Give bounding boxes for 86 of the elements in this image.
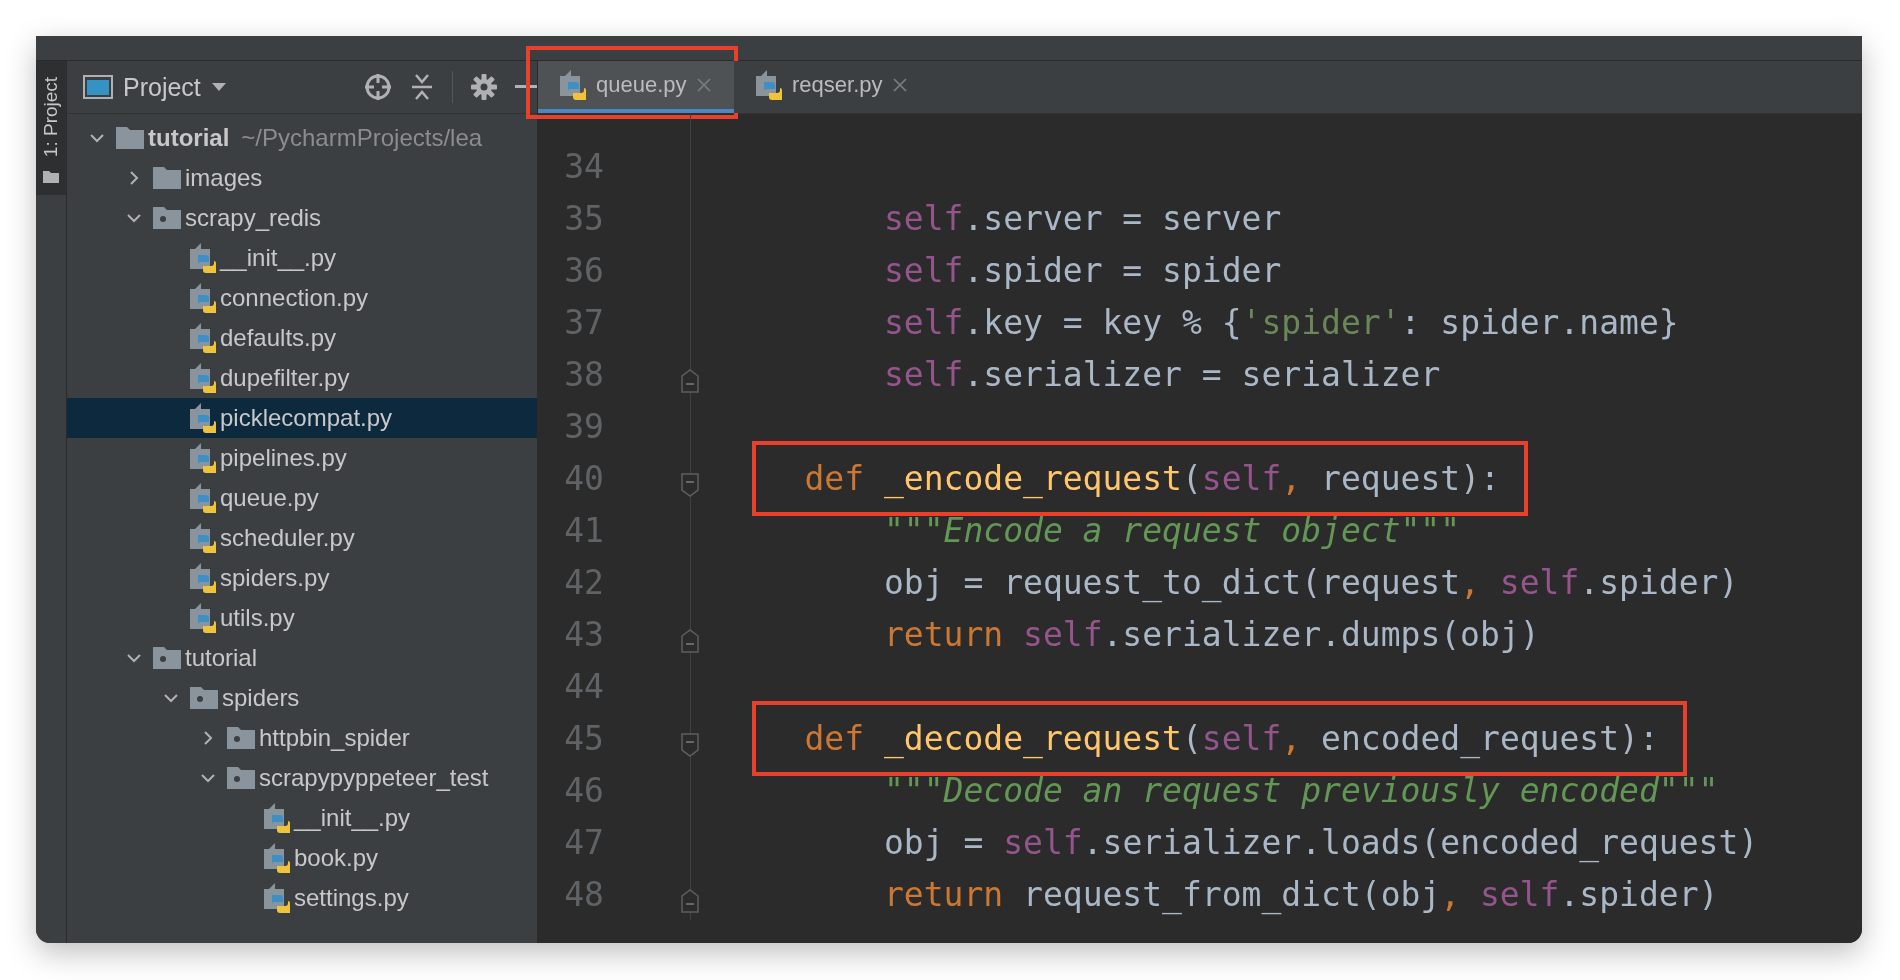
- settings-icon[interactable]: [471, 74, 497, 100]
- fold-icon[interactable]: [681, 369, 699, 393]
- package-folder-icon: [227, 767, 255, 789]
- code-line: return self.serializer.dumps(obj): [883, 614, 1540, 654]
- project-view-icon: [83, 75, 113, 99]
- fold-icon[interactable]: [681, 473, 699, 497]
- tree-item[interactable]: pipelines.py: [67, 438, 537, 478]
- fold-icon[interactable]: [681, 733, 699, 757]
- code-line: return request_from_dict(obj, self.spider): [883, 874, 1719, 914]
- code-line: self.serializer = serializer: [883, 354, 1441, 394]
- python-file-icon: [190, 603, 216, 633]
- python-file-icon: [190, 323, 216, 353]
- line-number: 39: [563, 406, 604, 446]
- tree-item[interactable]: connection.py: [67, 278, 537, 318]
- package-folder-icon: [153, 207, 181, 229]
- line-number: 35: [563, 198, 604, 238]
- python-file-icon: [264, 843, 290, 873]
- code-line: def _encode_request(self, request):: [804, 458, 1500, 498]
- project-view-dropdown[interactable]: Project: [83, 72, 227, 102]
- minimize-icon[interactable]: [515, 85, 537, 89]
- locate-icon[interactable]: [364, 73, 392, 101]
- line-number: 38: [563, 354, 604, 394]
- line-number: 46: [563, 770, 604, 810]
- code-line: self.spider = spider: [883, 250, 1282, 290]
- tree-item[interactable]: httpbin_spider: [67, 718, 537, 758]
- fold-icon[interactable]: [681, 889, 699, 913]
- tree-item[interactable]: queue.py: [67, 478, 537, 518]
- project-tool-tab[interactable]: 1: Project: [36, 61, 66, 195]
- tree-item[interactable]: dupefilter.py: [67, 358, 537, 398]
- line-number: 40: [563, 458, 604, 498]
- caret-icon: [210, 82, 227, 92]
- code-line: self.key = key % {'spider': spider.name}: [883, 302, 1679, 342]
- close-icon[interactable]: [892, 78, 907, 92]
- line-number: 45: [563, 718, 604, 758]
- line-number: 43: [563, 614, 604, 654]
- tree-item[interactable]: defaults.py: [67, 318, 537, 358]
- tree-item[interactable]: scheduler.py: [67, 518, 537, 558]
- folder-icon: [153, 167, 181, 189]
- python-file-icon: [190, 403, 216, 433]
- python-file-icon: [190, 563, 216, 593]
- tree-item[interactable]: settings.py: [67, 878, 537, 918]
- python-file-icon: [190, 523, 216, 553]
- python-file-icon: [560, 70, 586, 100]
- tree-item[interactable]: picklecompat.py: [67, 398, 537, 438]
- package-folder-icon: [153, 647, 181, 669]
- python-file-icon: [190, 483, 216, 513]
- python-file-icon: [264, 883, 290, 913]
- code-line: """Encode a request object""": [883, 510, 1461, 550]
- tree-item[interactable]: utils.py: [67, 598, 537, 638]
- folder-icon: [116, 127, 144, 149]
- line-number: 34: [563, 146, 604, 186]
- package-folder-icon: [190, 687, 218, 709]
- folder-icon: [43, 171, 59, 183]
- collapse-all-icon[interactable]: [410, 73, 434, 101]
- python-file-icon: [264, 803, 290, 833]
- tree-item[interactable]: spiders: [67, 678, 537, 718]
- line-number: 37: [563, 302, 604, 342]
- tree-item[interactable]: book.py: [67, 838, 537, 878]
- line-number: 36: [563, 250, 604, 290]
- python-file-icon: [756, 70, 782, 100]
- line-number: 47: [563, 822, 604, 862]
- code-line: """Decode an request previously encoded""": [883, 770, 1719, 810]
- python-file-icon: [190, 283, 216, 313]
- tree-item[interactable]: spiders.py: [67, 558, 537, 598]
- line-number: 42: [563, 562, 604, 602]
- code-line: def _decode_request(self, encoded_request):: [804, 718, 1659, 758]
- tree-item[interactable]: __init__.py: [67, 238, 537, 278]
- editor-tab[interactable]: queue.py: [538, 61, 734, 113]
- code-line: self.server = server: [883, 198, 1282, 238]
- python-file-icon: [190, 243, 216, 273]
- tree-item[interactable]: images: [67, 158, 537, 198]
- python-file-icon: [190, 363, 216, 393]
- line-number: 48: [563, 874, 604, 914]
- line-number: 44: [563, 666, 604, 706]
- tree-item[interactable]: __init__.py: [67, 798, 537, 838]
- python-file-icon: [190, 443, 216, 473]
- code-line: obj = self.serializer.loads(encoded_request): [883, 822, 1759, 862]
- tree-item[interactable]: scrapypyppeteer_test: [67, 758, 537, 798]
- path-hint: ~/PycharmProjects/lea: [241, 124, 483, 152]
- package-folder-icon: [227, 727, 255, 749]
- line-number: 41: [563, 510, 604, 550]
- fold-icon[interactable]: [681, 629, 699, 653]
- code-line: obj = request_to_dict(request, self.spider): [883, 562, 1739, 602]
- tree-item[interactable]: tutorial ~/PycharmProjects/lea: [67, 118, 537, 158]
- tree-item[interactable]: tutorial: [67, 638, 537, 678]
- tree-item[interactable]: scrapy_redis: [67, 198, 537, 238]
